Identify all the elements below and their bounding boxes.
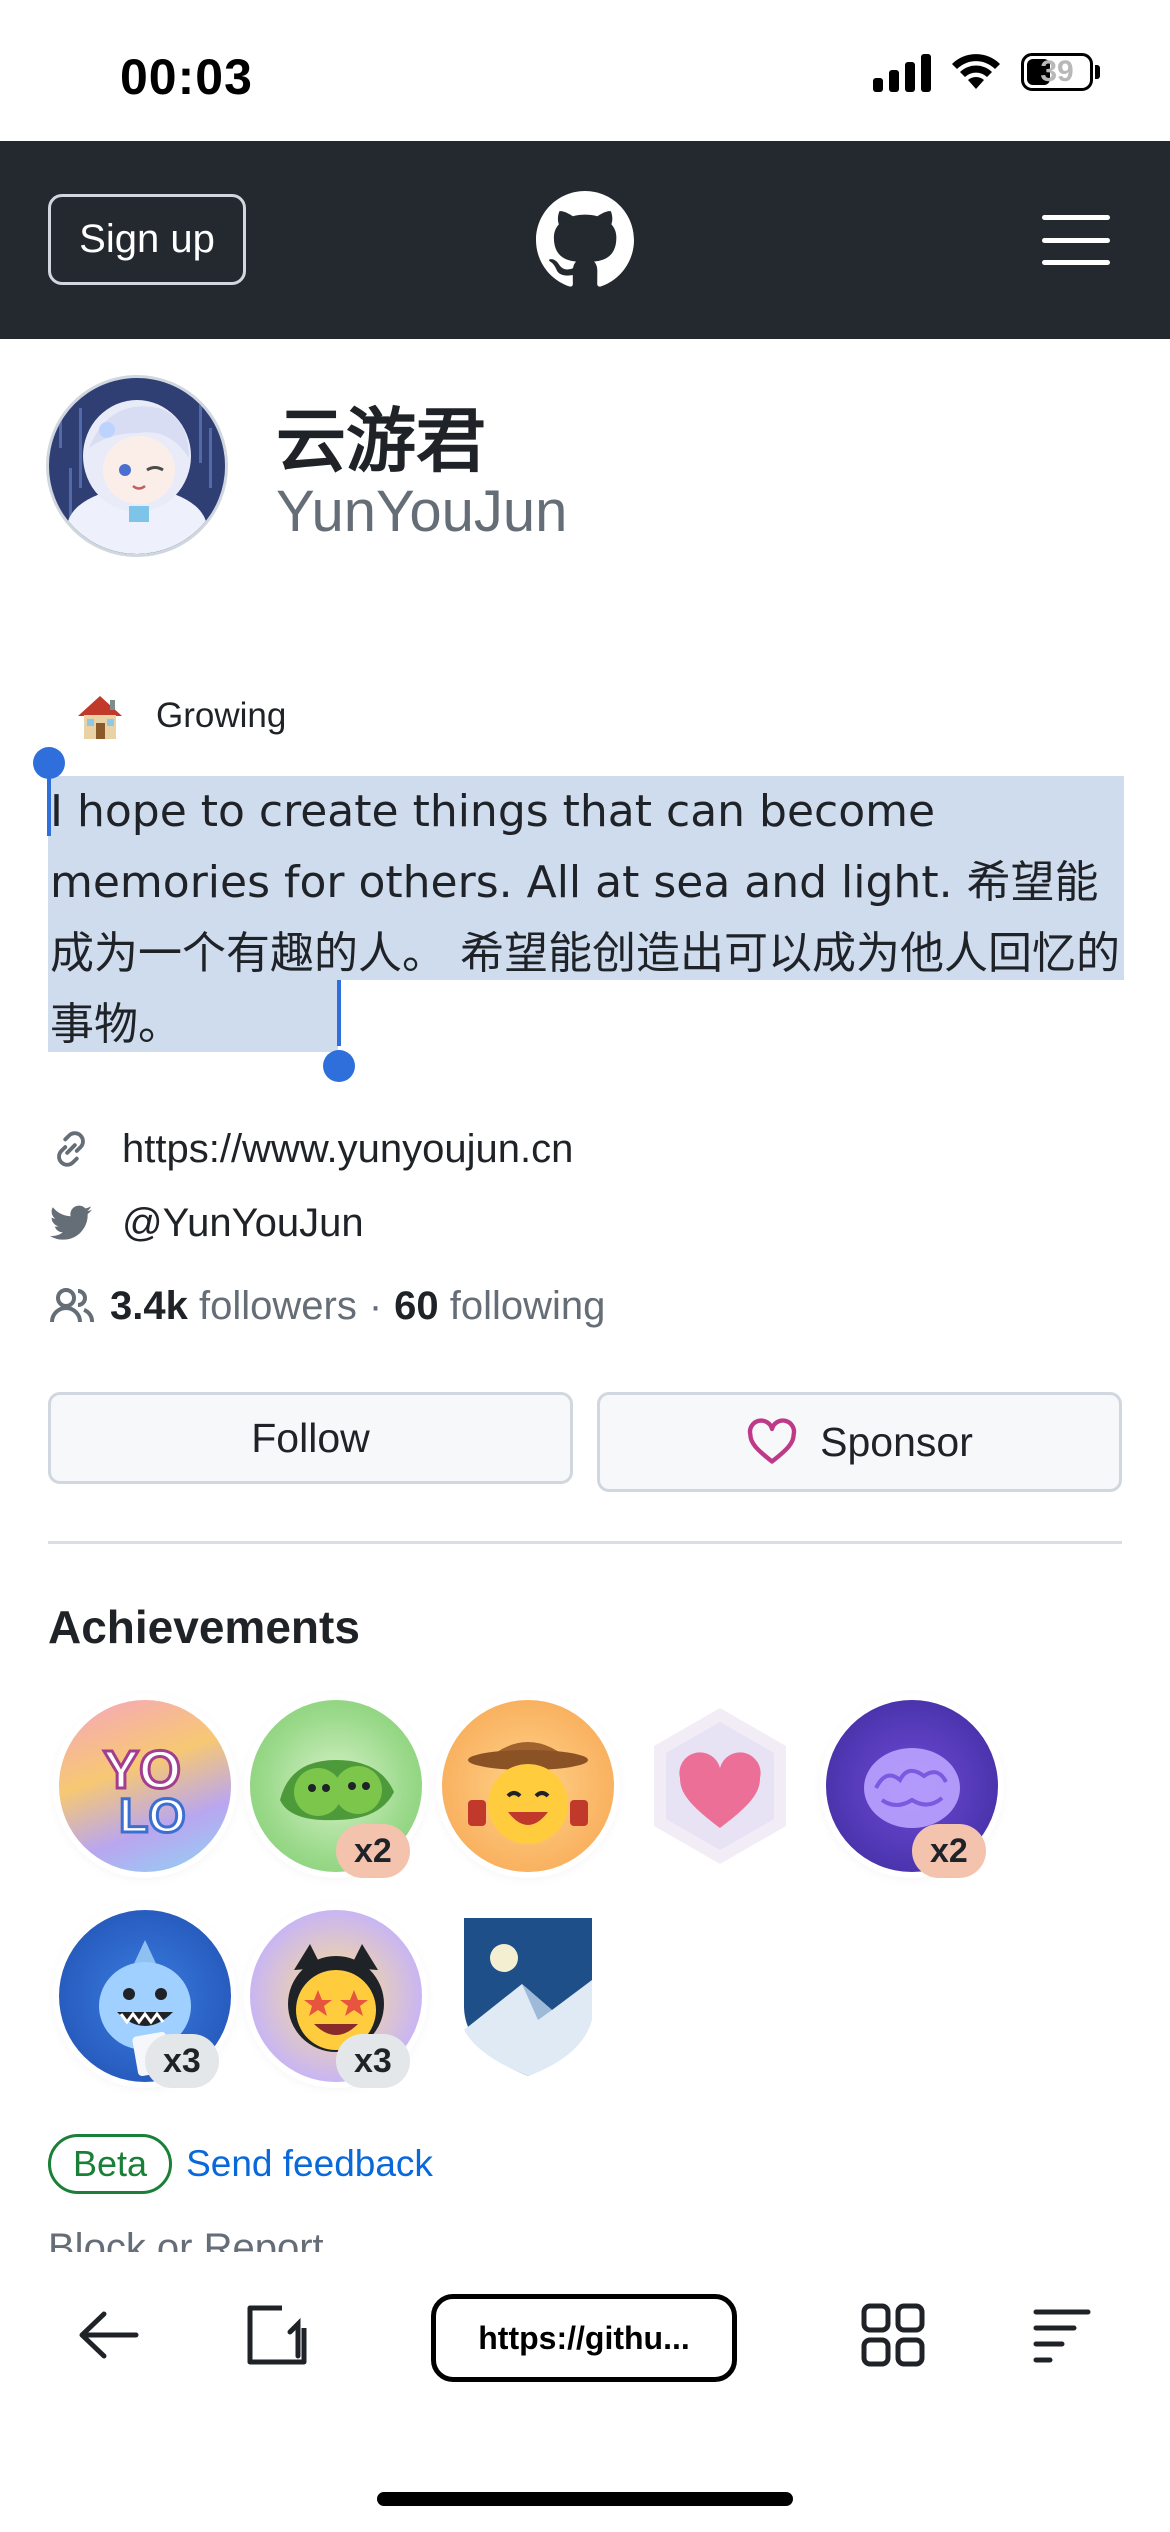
status-time: 00:03 (120, 49, 253, 105)
status-text: Growing (156, 696, 287, 735)
link-icon (57, 1131, 85, 1167)
followers-label: followers (198, 1283, 357, 1328)
sign-up-button[interactable]: Sign up (48, 194, 246, 285)
sponsor-label: Sponsor (820, 1418, 973, 1465)
back-arrow-icon[interactable] (74, 2300, 144, 2370)
selection-handle-end-knob[interactable] (323, 1050, 355, 1082)
browser-toolbar: https://githu... (0, 2252, 1170, 2532)
heart-icon (747, 1418, 797, 1464)
achievement-quickdraw[interactable] (442, 1700, 614, 1872)
people-icon (50, 1288, 94, 1323)
status-bar: 00:03 39 (0, 0, 1170, 142)
twitter-handle[interactable]: @YunYouJun (122, 1201, 364, 1246)
website-url[interactable]: https://www.yunyoujun.cn (122, 1127, 573, 1172)
twitter-link[interactable]: @YunYouJun (48, 1200, 364, 1246)
arctic-shield-badge-icon (464, 1918, 592, 2076)
github-logo-icon[interactable] (536, 191, 634, 289)
sponsor-button[interactable]: Sponsor (597, 1392, 1122, 1492)
achievements-title: Achievements (48, 1601, 360, 1653)
profile-username: YunYouJun (276, 479, 568, 544)
twitter-icon (49, 1205, 93, 1240)
home-indicator[interactable] (377, 2492, 793, 2506)
followers-count: 3.4k (110, 1283, 188, 1328)
following-label: following (449, 1283, 606, 1328)
apps-grid-icon[interactable] (858, 2300, 928, 2370)
sponsor-heart-badge-icon (654, 1708, 786, 1864)
divider (48, 1541, 1122, 1544)
achievement-count: x3 (145, 2034, 219, 2088)
beta-feedback-row: Beta Send feedback (48, 2134, 433, 2194)
selection-handle-end[interactable] (337, 980, 341, 1046)
followers-link[interactable]: 3.4k followers (110, 1284, 357, 1329)
wifi-icon (952, 54, 1000, 89)
svg-text:LO: LO (119, 1790, 186, 1843)
profile-bio: I hope to create things that can become … (50, 786, 1120, 1050)
user-status[interactable]: Growing (72, 688, 286, 744)
address-bar[interactable]: https://githu... (431, 2294, 737, 2382)
house-emoji-icon (78, 696, 122, 739)
followers-following: 3.4k followers · 60 following (48, 1282, 605, 1330)
send-feedback-link[interactable]: Send feedback (186, 2143, 433, 2185)
selection-handle-start-knob[interactable] (33, 747, 65, 779)
following-link[interactable]: 60 following (394, 1284, 605, 1329)
achievement-count: x2 (912, 1824, 986, 1878)
follow-button[interactable]: Follow (48, 1392, 573, 1484)
yolo-badge-icon: YO LO (102, 1739, 188, 1845)
achievement-public-sponsor[interactable] (634, 1700, 806, 1872)
menu-icon[interactable] (1042, 215, 1110, 265)
cowboy-badge-icon (468, 1742, 588, 1844)
achievement-arctic-code-vault[interactable] (442, 1910, 614, 2082)
profile-display-name: 云游君 (276, 400, 486, 482)
following-count: 60 (394, 1283, 439, 1328)
website-link[interactable]: https://www.yunyoujun.cn (48, 1126, 573, 1172)
avatar[interactable] (46, 375, 228, 557)
achievement-count: x2 (336, 1824, 410, 1878)
status-icons: 39 (873, 52, 1100, 92)
beta-badge: Beta (48, 2134, 173, 2194)
battery-level: 39 (1040, 55, 1074, 88)
site-header: Sign up (0, 141, 1170, 339)
avatar-illustration (49, 378, 225, 554)
achievement-count: x3 (336, 2034, 410, 2088)
cellular-signal-icon (873, 52, 931, 92)
battery-icon: 39 (1021, 53, 1100, 91)
selection-handle-start[interactable] (47, 770, 51, 836)
achievement-yolo[interactable]: YO LO (59, 1700, 231, 1872)
separator: · (368, 1283, 383, 1328)
tab-icon[interactable] (242, 2300, 312, 2370)
menu-lines-icon[interactable] (1026, 2300, 1096, 2370)
